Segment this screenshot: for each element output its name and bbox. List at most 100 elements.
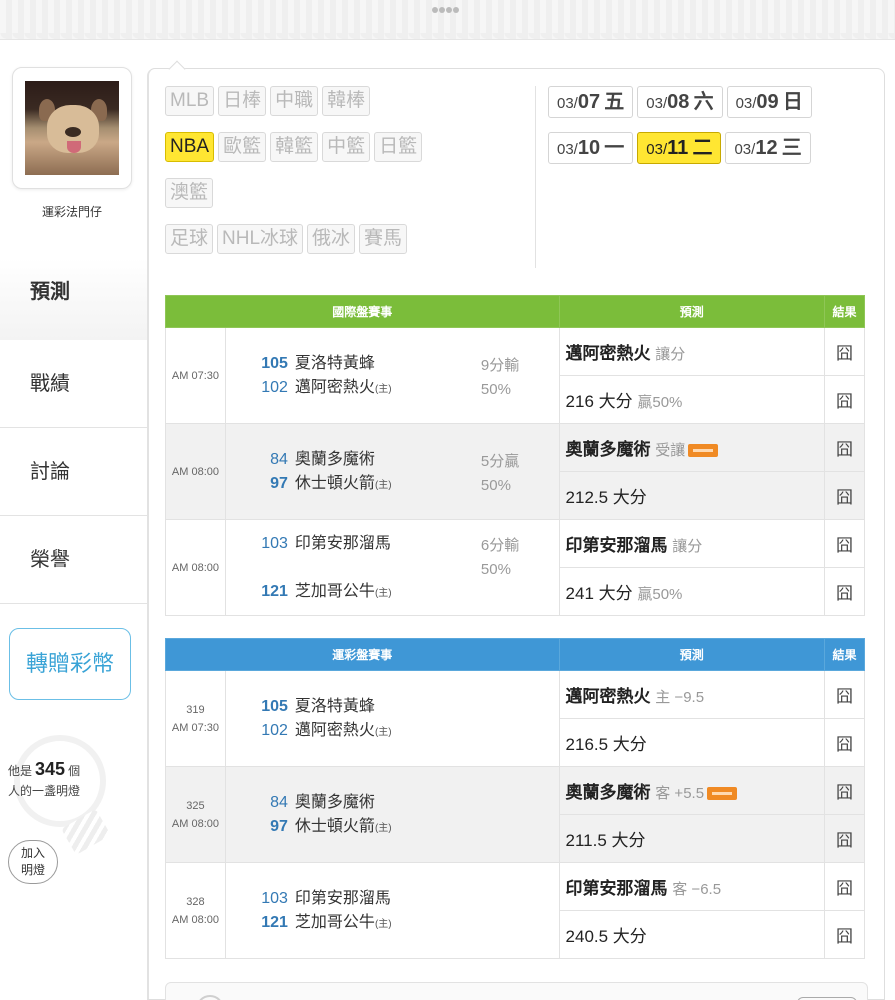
sport-tag-npb[interactable]: 日棒	[218, 86, 267, 116]
away-team: 84 奧蘭多魔術	[270, 793, 375, 811]
side-nav-predict[interactable]: 預測	[0, 258, 147, 340]
date-filter: 03/07 五 03/08 六 03/09 日 03/10 一 03/11 二 03/1…	[548, 86, 878, 178]
result-icon: 囧	[824, 814, 865, 863]
sport-row-1: MLB 日棒 中職 韓棒	[165, 86, 540, 122]
main-pick-badge-icon	[688, 444, 719, 458]
side-nav-discussion[interactable]: 討論	[0, 428, 147, 516]
intl-header-event: 國際盤賽事	[165, 295, 560, 328]
avatar-card[interactable]	[12, 67, 132, 189]
main-pick-badge-icon	[707, 787, 738, 801]
game-time: AM 07:30	[165, 327, 226, 424]
sport-row-2: NBA 歐籃 韓籃 中籃 日籃	[165, 132, 540, 168]
away-team: 105 夏洛特黃蜂	[261, 697, 375, 715]
comment-bar	[165, 982, 868, 1000]
filter-divider	[535, 86, 536, 268]
game-id-time: 328 AM 08:00	[165, 862, 226, 959]
lottery-header-result: 結果	[824, 638, 865, 671]
avatar[interactable]	[25, 81, 119, 175]
sport-tag-mlb[interactable]: MLB	[165, 86, 215, 116]
sport-tag-cpbl[interactable]: 中職	[270, 86, 319, 116]
table-row: 325 AM 08:00 84 奧蘭多魔術 97 休士頓火箭(主) 奧蘭多魔術 客 +…	[165, 766, 865, 863]
home-team: 97 休士頓火箭(主)	[270, 817, 392, 835]
sport-tag-euro-basketball[interactable]: 歐籃	[218, 132, 267, 162]
top-banner-wave	[0, 33, 895, 45]
date-row-2: 03/10 一 03/11 二 03/12 三	[548, 132, 878, 168]
prediction-spread: 印第安那溜馬 讓分	[558, 519, 826, 568]
result-icon: 囧	[824, 670, 865, 719]
prediction-spread: 邁阿密熱火 主 −9.5	[558, 670, 826, 719]
prediction-spread: 印第安那溜馬 客 −6.5	[558, 862, 826, 911]
prediction-total: 212.5 大分	[558, 471, 826, 520]
lamp-text: 他是 345 個 人的一盞明燈	[8, 759, 80, 801]
sport-tag-nbl[interactable]: 澳籃	[165, 178, 214, 208]
card-notch	[168, 60, 186, 78]
intl-odds-table: 國際盤賽事 預測 結果 AM 07:30 105 夏洛特黃蜂 102 邁阿密熱火(主…	[165, 295, 865, 616]
sport-tag-soccer[interactable]: 足球	[165, 224, 214, 254]
spread-result: 6分輸 50%	[480, 537, 520, 578]
join-line2: 明燈	[20, 863, 45, 877]
lamp-line2: 人的一盞明燈	[8, 784, 81, 798]
result-icon: 囧	[824, 766, 865, 815]
join-lamp-button[interactable]: 加入 明燈	[8, 840, 58, 884]
sport-tag-nhl[interactable]: NHL冰球	[217, 224, 304, 254]
home-team: 102 邁阿密熱火(主)	[261, 721, 392, 739]
side-nav-record[interactable]: 戰績	[0, 340, 147, 428]
prediction-spread: 奧蘭多魔術 受讓	[558, 423, 826, 472]
date-tab[interactable]: 03/09 日	[726, 86, 812, 118]
result-icon: 囧	[824, 327, 865, 376]
prediction-total: 216 大分 贏50%	[558, 375, 826, 424]
banner-dots	[432, 0, 468, 13]
game-time: AM 08:00	[165, 423, 226, 520]
join-line1: 加入	[20, 846, 45, 860]
lottery-odds-table: 運彩盤賽事 預測 結果 319 AM 07:30 105 夏洛特黃蜂 102 邁阿密熱…	[165, 638, 865, 959]
sport-tag-kbl[interactable]: 韓籃	[270, 132, 319, 162]
home-team: 121 芝加哥公牛(主)	[261, 913, 392, 931]
result-icon: 囧	[824, 519, 865, 568]
sport-tag-khl[interactable]: 俄冰	[307, 224, 356, 254]
result-icon: 囧	[824, 718, 865, 767]
sport-tag-cba[interactable]: 中籃	[322, 132, 371, 162]
game-id-time: 325 AM 08:00	[165, 766, 226, 863]
side-nav-honor[interactable]: 榮譽	[0, 516, 147, 604]
game-time: AM 08:00	[165, 519, 226, 616]
intl-header-result: 結果	[824, 295, 865, 328]
sport-tag-nba[interactable]: NBA	[165, 132, 215, 162]
table-row: 319 AM 07:30 105 夏洛特黃蜂 102 邁阿密熱火(主) 邁阿密熱火 主…	[165, 670, 865, 767]
sport-tag-horse-racing[interactable]: 賽馬	[359, 224, 408, 254]
prediction-total: 241 大分 贏50%	[558, 567, 826, 616]
sport-row-3: 澳籃	[165, 178, 540, 214]
result-icon: 囧	[824, 910, 865, 959]
prediction-spread: 奧蘭多魔術 客 +5.5	[558, 766, 826, 815]
prediction-total: 216.5 大分	[558, 718, 826, 767]
sport-row-4: 足球 NHL冰球 俄冰 賽馬	[165, 224, 540, 260]
date-tab[interactable]: 03/08 六	[637, 86, 723, 118]
result-icon: 囧	[824, 423, 865, 472]
game-teams: 105 夏洛特黃蜂 102 邁阿密熱火(主)	[224, 670, 560, 767]
date-tab[interactable]: 03/12 三	[725, 132, 811, 164]
lamp-suffix: 個	[68, 764, 81, 778]
game-teams: 103 印第安那溜馬 121 芝加哥公牛(主)	[224, 862, 560, 959]
gift-coins-button[interactable]: 轉贈彩幣	[9, 628, 131, 700]
top-banner	[0, 0, 895, 45]
result-icon: 囧	[824, 375, 865, 424]
game-teams: 84 奧蘭多魔術 97 休士頓火箭(主) 5分贏 50%	[224, 423, 560, 520]
date-tab[interactable]: 03/10 一	[548, 132, 634, 164]
date-row-1: 03/07 五 03/08 六 03/09 日	[548, 86, 878, 122]
sport-tag-kbo[interactable]: 韓棒	[322, 86, 371, 116]
spread-result: 9分輸 50%	[480, 357, 520, 398]
date-tab-selected[interactable]: 03/11 二	[637, 132, 722, 164]
game-id-time: 319 AM 07:30	[165, 670, 226, 767]
username[interactable]: 運彩法門仔	[12, 203, 132, 220]
lamp-prefix: 他是	[8, 764, 33, 778]
intl-header-pred: 預測	[558, 295, 826, 328]
comment-avatar-icon	[196, 995, 224, 1000]
table-row: AM 08:00 84 奧蘭多魔術 97 休士頓火箭(主) 5分贏 50% 奧蘭多魔術…	[165, 423, 865, 520]
sport-filter: MLB 日棒 中職 韓棒 NBA 歐籃 韓籃 中籃 日籃 澳籃 足球 NHL冰球 俄冰 賽馬	[165, 86, 540, 270]
result-icon: 囧	[824, 862, 865, 911]
sport-tag-jbl[interactable]: 日籃	[374, 132, 423, 162]
lottery-header-event: 運彩盤賽事	[165, 638, 560, 671]
date-tab[interactable]: 03/07 五	[548, 86, 634, 118]
away-team: 103 印第安那溜馬	[261, 889, 391, 907]
spread-result: 5分贏 50%	[480, 453, 520, 494]
game-teams: 105 夏洛特黃蜂 102 邁阿密熱火(主) 9分輸 50%	[224, 327, 560, 424]
